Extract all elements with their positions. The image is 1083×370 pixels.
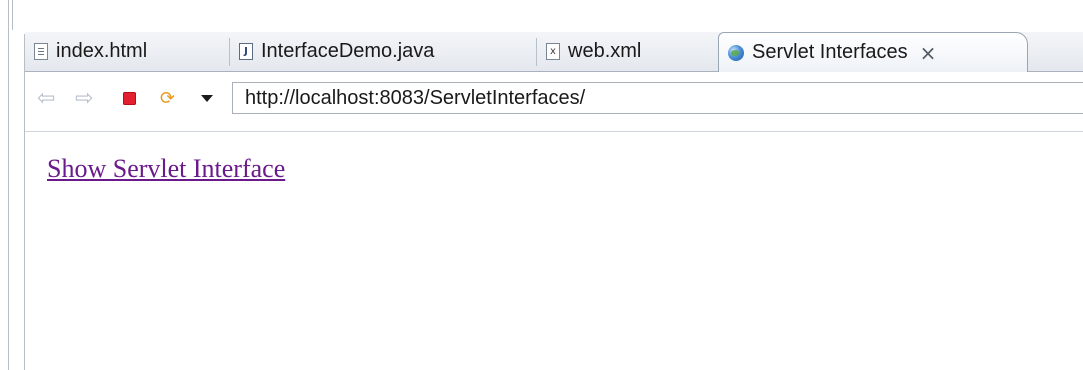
page-content: Show Servlet Interface: [25, 132, 1083, 370]
window-edge: [12, 0, 13, 30]
close-icon[interactable]: ×: [920, 41, 937, 65]
html-file-icon: [34, 43, 48, 60]
java-file-icon: J: [239, 43, 253, 60]
url-text: http://localhost:8083/ServletInterfaces/: [245, 86, 586, 109]
back-arrow-icon[interactable]: ⇦: [37, 86, 55, 111]
browser-toolbar: ⇦ ⇨ ⟳ http://localhost:8083/ServletInter…: [25, 72, 1083, 132]
globe-icon: [728, 44, 744, 61]
url-input[interactable]: http://localhost:8083/ServletInterfaces/: [232, 82, 1083, 114]
stop-square: [122, 91, 136, 105]
tab-label: Servlet Interfaces: [752, 41, 908, 63]
editor-tab-bar: index.html J InterfaceDemo.java x web.xm…: [25, 32, 1083, 72]
tab-web-xml[interactable]: x web.xml: [537, 32, 717, 71]
refresh-icon[interactable]: ⟳: [160, 86, 175, 110]
forward-arrow-icon[interactable]: ⇨: [75, 86, 93, 111]
stop-icon[interactable]: [121, 86, 137, 110]
tab-interfacedemo-java[interactable]: J InterfaceDemo.java: [230, 32, 537, 71]
tab-label: index.html: [56, 40, 148, 62]
tab-label: web.xml: [568, 40, 642, 62]
browser-window: index.html J InterfaceDemo.java x web.xm…: [0, 0, 1083, 370]
tab-label: InterfaceDemo.java: [261, 40, 435, 62]
tab-servlet-interfaces[interactable]: Servlet Interfaces ×: [718, 32, 1028, 72]
window-edge: [8, 0, 9, 370]
tab-index-html[interactable]: index.html: [25, 32, 230, 71]
show-servlet-interface-link[interactable]: Show Servlet Interface: [47, 154, 285, 184]
dropdown-triangle: [201, 94, 213, 102]
dropdown-icon[interactable]: [200, 86, 214, 110]
xml-file-icon: x: [546, 43, 560, 60]
